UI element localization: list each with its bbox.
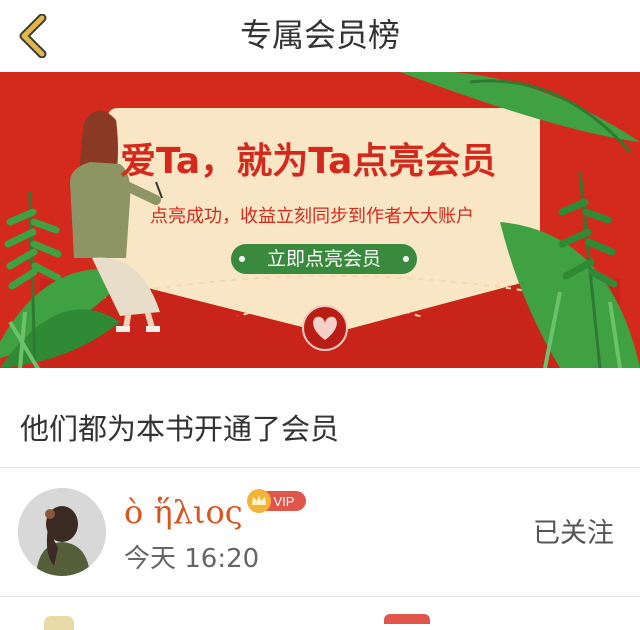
- section-title: 他们都为本书开通了会员: [20, 412, 340, 446]
- member-row[interactable]: ὸ ἥλιος VIP 今天 16:20 已关注: [0, 468, 640, 596]
- page-title: 专属会员榜: [239, 16, 400, 54]
- banner-subline: 点亮成功，收益立刻同步到作者大大账户: [150, 206, 474, 227]
- member-name[interactable]: ὸ ἥλιος: [124, 492, 243, 532]
- promo-banner[interactable]: 爱Ta，就为Ta点亮会员 点亮成功，收益立刻同步到作者大大账户 立即点亮会员: [0, 72, 640, 368]
- avatar[interactable]: [18, 488, 106, 576]
- avatar-image: [18, 488, 106, 576]
- cta-dot-right-icon: [403, 256, 409, 262]
- light-up-button[interactable]: 立即点亮会员: [231, 244, 417, 274]
- vip-badge-label: VIP: [274, 494, 295, 509]
- banner-headline: 爱Ta，就为Ta点亮会员: [120, 141, 497, 182]
- cta-dot-left-icon: [239, 256, 245, 262]
- top-bar: 专属会员榜: [0, 0, 640, 72]
- avatar[interactable]: [44, 616, 74, 630]
- member-row[interactable]: [0, 596, 640, 630]
- vip-badge: VIP: [247, 489, 306, 513]
- cta-label: 立即点亮会员: [266, 248, 381, 270]
- member-time: 今天 16:20: [124, 544, 260, 574]
- follow-button[interactable]: 已关注: [533, 516, 614, 552]
